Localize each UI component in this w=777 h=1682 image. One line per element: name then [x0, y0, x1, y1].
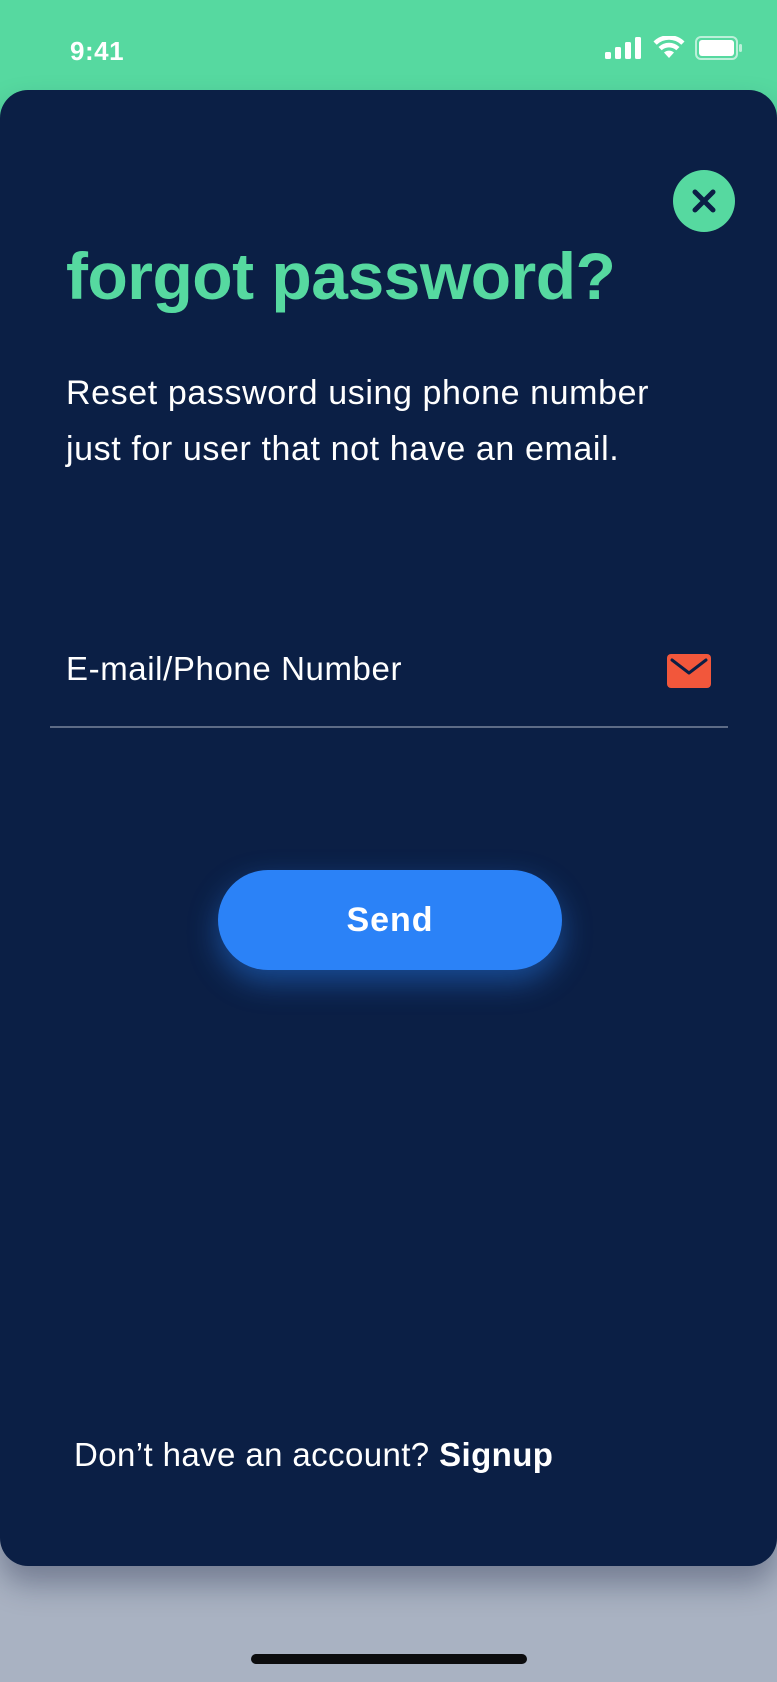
cellular-signal-icon — [605, 37, 641, 59]
page-title: forgot password? — [66, 239, 616, 313]
signup-link[interactable]: Signup — [439, 1436, 553, 1473]
close-button[interactable] — [673, 170, 735, 232]
email-phone-label: E-mail/Phone Number — [66, 650, 403, 687]
description-text: Reset password using phone number just f… — [66, 365, 726, 477]
close-icon — [692, 189, 716, 213]
send-button[interactable]: Send — [218, 870, 562, 970]
home-indicator — [251, 1654, 527, 1664]
mail-icon — [667, 654, 711, 688]
battery-icon — [695, 36, 742, 60]
status-time: 9:41 — [70, 36, 125, 66]
email-phone-field[interactable]: E-mail/Phone Number — [50, 640, 728, 728]
description-line-2: just for user that not have an email. — [66, 430, 620, 468]
status-icons — [605, 36, 743, 60]
signup-prompt-text: Don’t have an account? — [74, 1436, 440, 1473]
description-line-1: Reset password using phone number — [66, 374, 650, 412]
wifi-icon — [653, 36, 685, 58]
signup-prompt: Don’t have an account? Signup — [74, 1436, 553, 1474]
